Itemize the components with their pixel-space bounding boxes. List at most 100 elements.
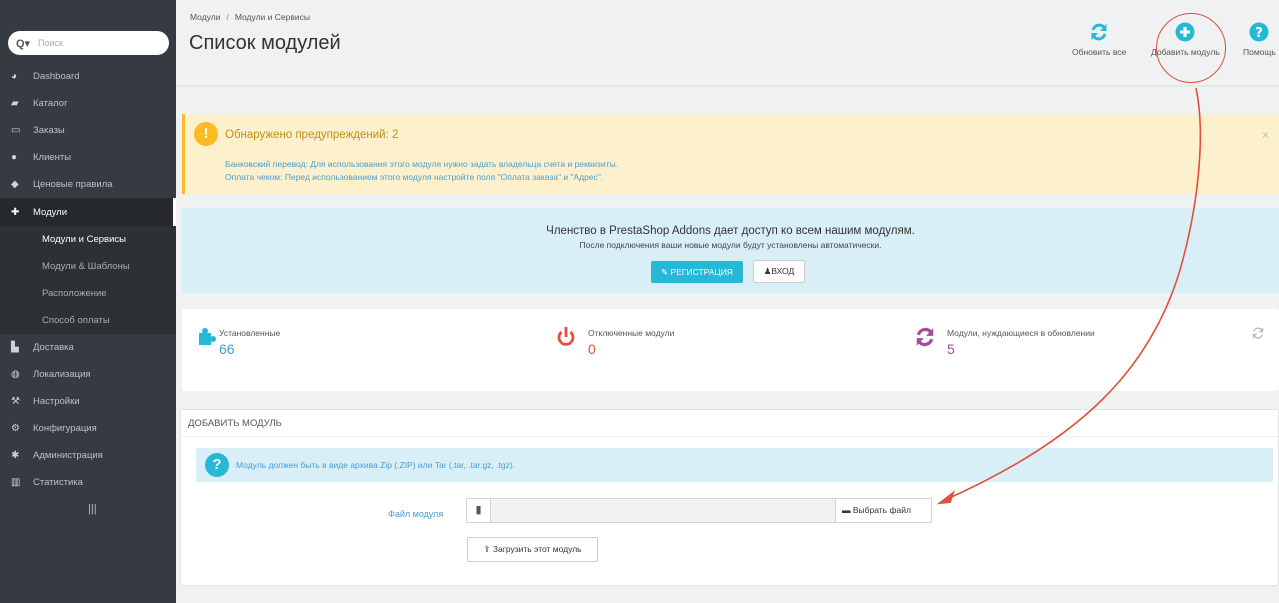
globe-icon: ◍ (11, 369, 20, 380)
addons-banner: Членство в PrestaShop Addons дает доступ… (182, 208, 1279, 293)
stat-installed[interactable]: Установленные 66 (197, 326, 397, 366)
refresh-all-label: Обновить все (1072, 47, 1127, 57)
register-button[interactable]: ✎ РЕГИСТРАЦИЯ (651, 261, 743, 283)
gear-icon: ✱ (11, 450, 20, 461)
warning-icon: ! (194, 122, 218, 146)
dashboard-icon: ◕ (11, 71, 18, 82)
refresh-stats-icon[interactable] (1251, 326, 1265, 340)
search-placeholder: Поиск (38, 38, 63, 48)
stat-disabled-label: Отключенные модули (588, 328, 675, 338)
breadcrumb-item-modules[interactable]: Модули (190, 12, 220, 22)
breadcrumb: Модули / Модули и Сервисы (190, 12, 310, 22)
sidebar-subitem-positions[interactable]: Расположение (0, 280, 176, 307)
refresh-all-button[interactable]: Обновить все (1072, 22, 1126, 57)
page-title: Список модулей (189, 32, 341, 54)
wrench-icon: ⚒ (11, 396, 20, 407)
stat-installed-label: Установленные (219, 328, 281, 338)
refresh-icon (1091, 23, 1107, 41)
cogs-icon: ⚙ (11, 423, 20, 434)
help-button[interactable]: ? Помощь (1243, 22, 1276, 57)
addons-title: Членство в PrestaShop Addons дает доступ… (546, 225, 915, 237)
help-label: Помощь (1243, 47, 1276, 57)
stat-disabled[interactable]: Отключенные модули 0 (555, 326, 755, 366)
add-module-panel: ДОБАВИТЬ МОДУЛЬ ? Модуль должен быть в в… (180, 409, 1279, 586)
sidebar-item-stats[interactable]: ▥ Статистика (0, 469, 176, 496)
upload-module-button[interactable]: ⇪ Загрузить этот модуль (467, 537, 598, 562)
file-field-label: Файл модуля (388, 509, 444, 519)
sidebar-item-label: Администрация (33, 450, 103, 461)
help-icon: ? (1249, 22, 1269, 42)
refresh-icon (916, 327, 934, 347)
stat-updates-label: Модули, нуждающиеся в обновлении (947, 328, 1095, 338)
sidebar-subitem-modules-services[interactable]: Модули и Сервисы (0, 226, 176, 253)
bar-chart-icon: ▥ (11, 477, 21, 488)
warning-line[interactable]: Оплата чеком: Перед использованием этого… (225, 172, 603, 182)
add-module-label: Добавить модуль (1151, 47, 1220, 57)
sidebar-item-customers[interactable]: ● Клиенты (0, 144, 176, 171)
truck-icon: ▙ (11, 342, 19, 353)
choose-file-label: Выбрать файл (852, 505, 911, 515)
sidebar-item-label: Локализация (33, 369, 91, 380)
header-divider (176, 85, 1279, 87)
sidebar-item-label: Каталог (33, 98, 68, 109)
sidebar-item-label: Заказы (33, 125, 65, 136)
sidebar-collapse-handle[interactable]: ||| (0, 496, 176, 522)
search-input[interactable]: Q▾ Поиск (8, 31, 169, 55)
sidebar-item-label: Ценовые правила (33, 179, 113, 190)
stat-disabled-value: 0 (588, 341, 596, 357)
sidebar-item-configuration[interactable]: ⚙ Конфигурация (0, 415, 176, 442)
upload-module-label: Загрузить этот модуль (492, 544, 582, 554)
sidebar-item-label: Статистика (33, 477, 83, 488)
sidebar-subitem-payment[interactable]: Способ оплаты (0, 307, 176, 334)
credit-card-icon: ▭ (11, 125, 21, 136)
book-icon: ▰ (11, 98, 19, 109)
sidebar-item-label: Конфигурация (33, 423, 97, 434)
login-label: ВХОД (771, 266, 795, 276)
breadcrumb-separator: / (226, 12, 229, 22)
stat-installed-value: 66 (219, 341, 235, 357)
stat-updates[interactable]: Модули, нуждающиеся в обновлении 5 (914, 326, 1154, 366)
register-label: РЕГИСТРАЦИЯ (670, 267, 733, 277)
tag-icon: ◆ (11, 179, 19, 190)
sidebar-item-dashboard[interactable]: ◕ Dashboard (0, 63, 176, 90)
search-icon[interactable]: Q▾ (16, 37, 38, 50)
svg-text:?: ? (1255, 26, 1263, 41)
sidebar-item-administration[interactable]: ✱ Администрация (0, 442, 176, 469)
users-icon: ● (11, 152, 18, 163)
pencil-icon: ✎ (661, 267, 671, 277)
panel-heading: ДОБАВИТЬ МОДУЛЬ (181, 410, 1278, 437)
breadcrumb-item-current: Модули и Сервисы (234, 12, 310, 22)
file-icon: ▮ (467, 499, 491, 522)
add-module-button[interactable]: Добавить модуль (1151, 22, 1220, 57)
sidebar-item-localization[interactable]: ◍ Локализация (0, 361, 176, 388)
stat-updates-value: 5 (947, 341, 955, 357)
format-info-alert: ? Модуль должен быть в виде архива Zip (… (196, 448, 1273, 482)
sidebar-item-price-rules[interactable]: ◆ Ценовые правила (0, 171, 176, 198)
plus-circle-icon (1175, 22, 1195, 42)
puzzle-icon (199, 328, 216, 345)
sidebar: Q▾ Поиск ◕ Dashboard ▰ Каталог ▭ Заказы ● Кл… (0, 0, 176, 603)
sidebar-subitem-modules-themes[interactable]: Модули & Шаблоны (0, 253, 176, 280)
question-icon: ? (205, 453, 229, 477)
sidebar-item-label: Клиенты (33, 152, 72, 163)
upload-icon: ⇪ (483, 544, 493, 554)
sidebar-menu: ◕ Dashboard ▰ Каталог ▭ Заказы ● Клиенты ◆ Це… (0, 63, 176, 522)
login-button[interactable]: ♟ВХОД (753, 260, 805, 283)
sidebar-item-shipping[interactable]: ▙ Доставка (0, 334, 176, 361)
sidebar-item-label: Настройки (33, 396, 80, 407)
module-stats: Установленные 66 Отключенные модули 0 Мо… (182, 309, 1279, 391)
sidebar-item-modules[interactable]: ✚ Модули (0, 198, 176, 226)
sidebar-submenu-modules: Модули и Сервисы Модули & Шаблоны Распол… (0, 226, 176, 334)
sidebar-item-label: Доставка (33, 342, 74, 353)
sidebar-item-catalog[interactable]: ▰ Каталог (0, 90, 176, 117)
addons-subtitle: После подключения ваши новые модули буду… (579, 240, 882, 250)
file-input[interactable]: ▮ ▬ Выбрать файл (466, 498, 932, 523)
warning-title: Обнаружено предупреждений: 2 (225, 129, 399, 141)
puzzle-icon: ✚ (11, 206, 20, 218)
close-icon[interactable]: × (1262, 128, 1269, 142)
sidebar-item-label: Dashboard (33, 71, 80, 82)
choose-file-button[interactable]: ▬ Выбрать файл (835, 499, 931, 522)
sidebar-item-preferences[interactable]: ⚒ Настройки (0, 388, 176, 415)
warning-line[interactable]: Банковский перевод: Для использования эт… (225, 159, 618, 169)
sidebar-item-orders[interactable]: ▭ Заказы (0, 117, 176, 144)
